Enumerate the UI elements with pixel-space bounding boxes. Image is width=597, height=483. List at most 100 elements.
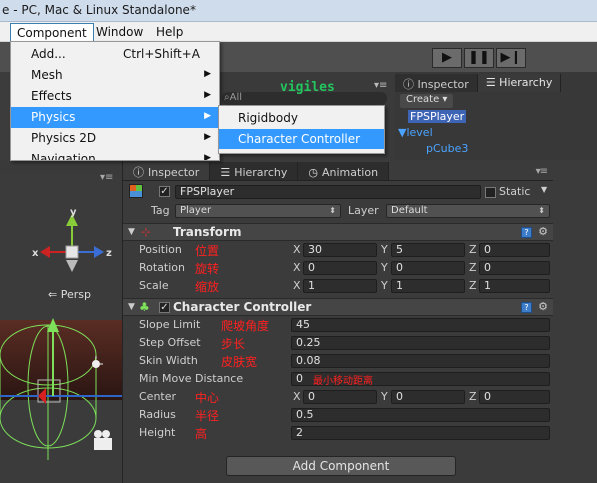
submenu-item-character-controller[interactable]: Character Controller <box>219 129 384 149</box>
axis-x-label: X <box>293 243 301 256</box>
projection-label[interactable]: ⇐ Persp <box>48 288 91 301</box>
position-z-input[interactable]: 0 <box>479 243 550 257</box>
annotation-text: 中心 <box>195 391 220 405</box>
menu-window[interactable]: Window <box>90 23 149 41</box>
chevron-right-icon: ▶ <box>204 111 211 121</box>
static-dropdown-icon[interactable]: ▼ <box>541 185 547 194</box>
menu-item-physics[interactable]: Physics ▶ <box>11 107 219 128</box>
menu-help[interactable]: Help <box>150 23 189 41</box>
radius-input[interactable]: 0.5 <box>291 408 550 422</box>
field-label: Min Move Distance <box>139 372 244 385</box>
transform-title: Transform <box>173 225 242 239</box>
center-z-input[interactable]: 0 <box>479 390 550 404</box>
hierarchy-item-level[interactable]: ▼level <box>398 126 433 139</box>
pause-icon[interactable]: ❚❚ <box>464 48 494 68</box>
scale-y-input[interactable]: 1 <box>391 279 465 293</box>
slope-limit-input[interactable]: 45 <box>291 318 550 332</box>
chevron-right-icon: ▶ <box>204 132 211 142</box>
rotation-y-input[interactable]: 0 <box>391 261 465 275</box>
add-component-button[interactable]: Add Component <box>226 456 456 476</box>
static-label: Static <box>499 185 531 198</box>
axis-z-label: Z <box>469 243 477 256</box>
annotation-text: 半径 <box>195 409 220 423</box>
tab-inspector[interactable]: ⓘ Inspector <box>123 162 211 180</box>
gear-icon[interactable]: ⚙ <box>538 225 548 238</box>
axis-z-label: Z <box>469 261 477 274</box>
tab-inspector-top[interactable]: ⓘ Inspector <box>395 74 478 92</box>
tab-hierarchy[interactable]: ☰ Hierarchy <box>210 162 299 180</box>
gear-icon[interactable]: ⚙ <box>538 300 548 313</box>
tag-dropdown[interactable]: Player ⬍ <box>175 204 341 218</box>
center-x-input[interactable]: 0 <box>303 390 377 404</box>
hierarchy-item-pcube3[interactable]: pCube3 <box>426 142 468 155</box>
tab-label: Inspector <box>148 165 200 179</box>
axis-y-label: Y <box>381 243 388 256</box>
layer-label: Layer <box>348 204 379 217</box>
menu-item-label: Add... <box>31 47 66 61</box>
create-label: Create <box>406 94 440 105</box>
transform-position-row: Position 位置 X 30 Y 5 Z 0 <box>123 241 554 259</box>
gameobject-cube-icon <box>129 184 143 198</box>
light-icon[interactable] <box>92 356 103 368</box>
layer-dropdown[interactable]: Default ⬍ <box>386 204 550 218</box>
fold-arrow-icon[interactable]: ▼ <box>128 227 135 237</box>
character-controller-header[interactable]: ▼ ♣ ✓ Character Controller ? ⚙ <box>123 298 554 316</box>
skin-width-input[interactable]: 0.08 <box>291 354 550 368</box>
object-name-input[interactable]: FPSPlayer <box>175 185 481 199</box>
menu-item-physics-2d[interactable]: Physics 2D ▶ <box>11 128 219 149</box>
submenu-item-rigidbody[interactable]: Rigidbody <box>219 108 384 128</box>
static-checkbox[interactable] <box>485 187 496 198</box>
help-icon[interactable]: ? <box>521 227 532 238</box>
menu-item-label: Effects <box>31 89 72 103</box>
play-icon[interactable]: ▶ <box>432 48 462 68</box>
scene-menu-icon[interactable]: ▾≡ <box>100 172 113 183</box>
height-input[interactable]: 2 <box>291 426 550 440</box>
min-move-distance-value: 0 <box>296 372 303 385</box>
orientation-gizmo-icon[interactable]: y x z <box>32 207 112 272</box>
help-icon[interactable]: ? <box>521 302 532 313</box>
rotation-x-input[interactable]: 0 <box>303 261 377 275</box>
menu-component[interactable]: Component <box>10 23 94 41</box>
component-enabled-checkbox[interactable]: ✓ <box>159 302 170 313</box>
menu-item-navigation[interactable]: Navigation ▶ <box>11 149 219 160</box>
hierarchy-item-fpsplayer[interactable]: FPSPlayer <box>408 110 467 123</box>
fold-arrow-icon[interactable]: ▼ <box>128 302 135 312</box>
menu-item-label: Physics 2D <box>31 131 97 145</box>
axis-z-label: Z <box>469 390 477 403</box>
menu-item-add[interactable]: Add... Ctrl+Shift+A <box>11 44 219 65</box>
rotation-z-input[interactable]: 0 <box>479 261 550 275</box>
scene-view[interactable]: y x z ⇐ Persp ▾≡ <box>0 160 122 483</box>
menu-item-effects[interactable]: Effects ▶ <box>11 86 219 107</box>
tab-label: Hierarchy <box>499 76 553 89</box>
position-x-input[interactable]: 30 <box>303 243 377 257</box>
panel-menu-icon[interactable]: ▾≡ <box>536 166 548 177</box>
menubar: Component Window Help <box>0 22 597 42</box>
scale-x-input[interactable]: 1 <box>303 279 377 293</box>
tab-label: Animation <box>321 165 379 179</box>
position-y-input[interactable]: 5 <box>391 243 465 257</box>
step-icon[interactable]: ▶❙ <box>496 48 526 68</box>
component-menu: Add... Ctrl+Shift+A Mesh ▶ Effects ▶ Physic… <box>10 41 220 161</box>
tab-hierarchy-top[interactable]: ☰ Hierarchy <box>477 74 562 92</box>
slope-limit-row: Slope Limit 爬坡角度 45 <box>123 316 554 334</box>
scale-z-input[interactable]: 1 <box>479 279 550 293</box>
step-offset-input[interactable]: 0.25 <box>291 336 550 350</box>
transform-header[interactable]: ▼ ⊹ Transform ? ⚙ <box>123 223 554 241</box>
create-button[interactable]: Create ▾ <box>400 94 454 108</box>
axis-y-label: Y <box>381 279 388 292</box>
active-checkbox[interactable]: ✓ <box>159 186 170 197</box>
right-panel-strip <box>553 160 597 483</box>
panel-menu-icon[interactable]: ▾≡ <box>374 80 387 91</box>
menu-item-mesh[interactable]: Mesh ▶ <box>11 65 219 86</box>
camera-icon[interactable] <box>94 430 112 450</box>
top-tabs: ⓘ Inspector ☰ Hierarchy <box>395 74 562 92</box>
transform-rotation-row: Rotation 旋转 X 0 Y 0 Z 0 <box>123 259 554 277</box>
annotation-text: 皮肤宽 <box>221 355 258 369</box>
axis-x-label: X <box>293 261 301 274</box>
physics-submenu: Rigidbody Character Controller <box>218 105 385 154</box>
field-label: Slope Limit <box>139 318 201 331</box>
hierarchy-item-label: level <box>406 126 433 139</box>
tab-animation[interactable]: ◷ Animation <box>298 162 390 180</box>
center-y-input[interactable]: 0 <box>391 390 465 404</box>
field-label: Rotation <box>139 261 186 274</box>
